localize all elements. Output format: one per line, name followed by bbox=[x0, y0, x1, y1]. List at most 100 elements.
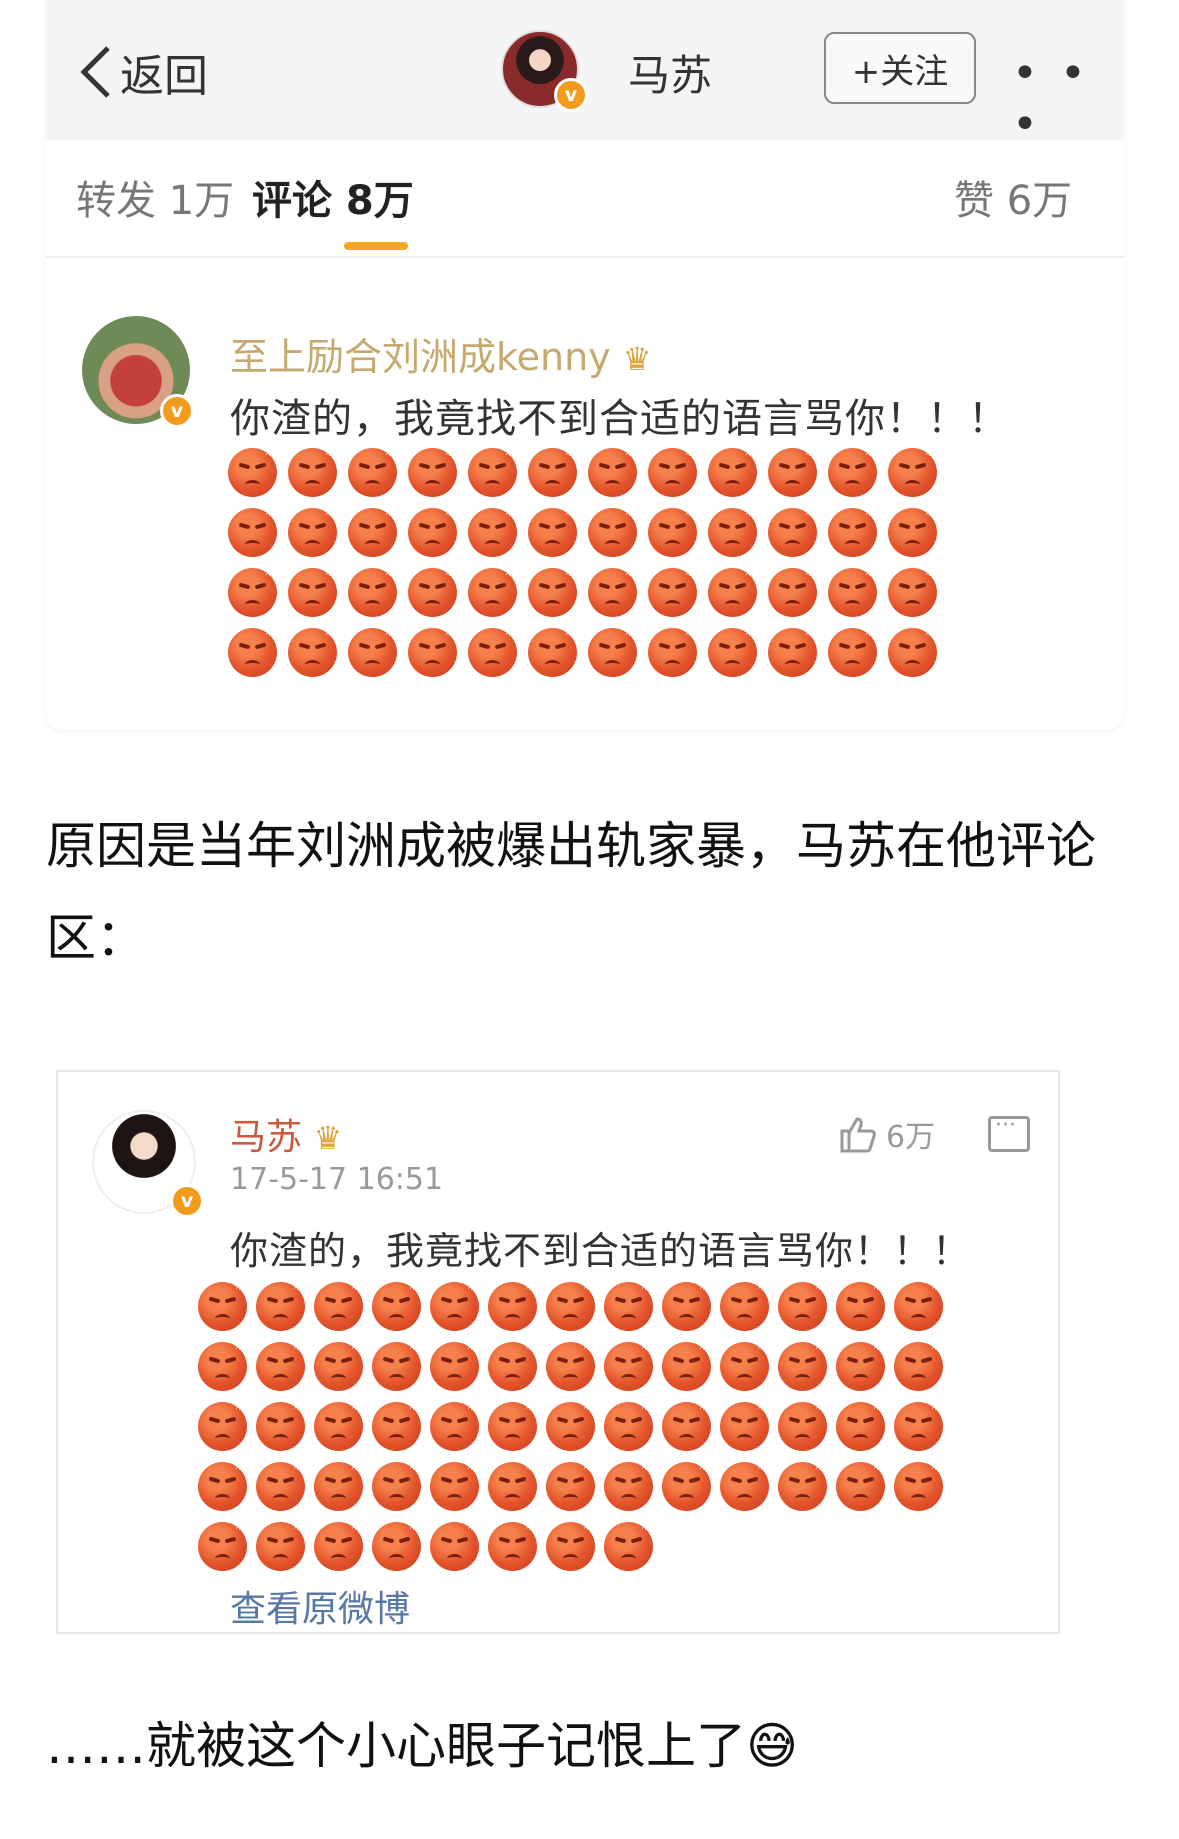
like-count: 6万 bbox=[886, 1120, 936, 1155]
angry-face-icon: ✳ bbox=[468, 506, 517, 557]
sweat-smile-emoji-icon: 😅 bbox=[746, 1717, 799, 1775]
angry-face-icon: ✳ bbox=[894, 1280, 943, 1331]
top-nav-bar: 返回 v 马苏 +关注 • • • bbox=[46, 0, 1124, 150]
angry-face-icon: ✳ bbox=[708, 566, 757, 617]
angry-face-icon: ✳ bbox=[408, 566, 457, 617]
crown-icon: ♛ bbox=[313, 1119, 343, 1157]
narrative-text: ……就被这个小心眼子记恨上了😅 bbox=[46, 1700, 1136, 1792]
verified-badge-icon: v bbox=[160, 394, 194, 428]
commenter-name[interactable]: 马苏 ♛ bbox=[230, 1108, 342, 1160]
view-original-link[interactable]: 查看原微博 bbox=[230, 1580, 410, 1632]
angry-face-icon: ✳ bbox=[836, 1340, 885, 1391]
reply-comment-icon[interactable] bbox=[988, 1113, 1030, 1152]
angry-face-icon: ✳ bbox=[894, 1460, 943, 1511]
angry-face-icon: ✳ bbox=[430, 1460, 479, 1511]
angry-face-icon: ✳ bbox=[348, 446, 397, 497]
angry-face-icon: ✳ bbox=[662, 1280, 711, 1331]
angry-face-icon: ✳ bbox=[430, 1520, 479, 1571]
commenter-name[interactable]: 至上励合刘洲成kenny ♛ bbox=[230, 326, 651, 381]
verified-badge-icon: v bbox=[554, 78, 588, 112]
angry-face-icon: ✳ bbox=[288, 506, 337, 557]
angry-face-icon: ✳ bbox=[488, 1460, 537, 1511]
angry-face-icon: ✳ bbox=[708, 446, 757, 497]
back-chevron-icon[interactable] bbox=[76, 42, 114, 102]
angry-face-icon: ✳ bbox=[836, 1280, 885, 1331]
angry-face-icon: ✳ bbox=[430, 1340, 479, 1391]
thumbs-up-icon bbox=[840, 1117, 876, 1153]
angry-face-icon: ✳ bbox=[588, 446, 637, 497]
angry-face-icon: ✳ bbox=[228, 446, 277, 497]
angry-face-icon: ✳ bbox=[768, 566, 817, 617]
angry-face-icon: ✳ bbox=[720, 1280, 769, 1331]
angry-face-icon: ✳ bbox=[488, 1280, 537, 1331]
angry-face-icon: ✳ bbox=[314, 1400, 363, 1451]
emoji-grid: ✳ ✳ ✳ ✳ ✳ ✳ ✳ ✳ ✳ ✳ ✳ ✳ ✳ ✳ ✳ ✳ ✳ ✳ ✳ ✳ ✳ ✳ ✳ ✳ ✳ ✳ ✳ ✳ ✳ ✳ ✳ ✳ ✳ ✳ ✳ ✳ ✳ ✳ ✳ ✳… bbox=[228, 446, 937, 677]
angry-face-icon: ✳ bbox=[256, 1400, 305, 1451]
more-options-icon[interactable]: • • • bbox=[1012, 48, 1124, 150]
angry-face-icon: ✳ bbox=[888, 566, 937, 617]
weibo-post-screenshot: 返回 v 马苏 +关注 • • • 转发 1万 评论 8万 赞 6万 v 至上励… bbox=[46, 0, 1124, 730]
tab-reposts[interactable]: 转发 1万 bbox=[76, 168, 234, 226]
commenter-name-label: 马苏 bbox=[230, 1117, 303, 1158]
angry-face-icon: ✳ bbox=[198, 1460, 247, 1511]
tab-comments[interactable]: 评论 8万 bbox=[252, 168, 414, 226]
angry-face-icon: ✳ bbox=[768, 506, 817, 557]
angry-face-icon: ✳ bbox=[662, 1460, 711, 1511]
angry-face-icon: ✳ bbox=[604, 1400, 653, 1451]
angry-face-icon: ✳ bbox=[546, 1460, 595, 1511]
angry-face-icon: ✳ bbox=[648, 626, 697, 677]
angry-face-icon: ✳ bbox=[288, 626, 337, 677]
back-button[interactable]: 返回 bbox=[120, 40, 208, 104]
angry-face-icon: ✳ bbox=[348, 506, 397, 557]
narrative-text: 原因是当年刘洲成被爆出轨家暴，马苏在他评论区： bbox=[46, 817, 1096, 967]
angry-face-icon: ✳ bbox=[720, 1400, 769, 1451]
angry-face-icon: ✳ bbox=[604, 1460, 653, 1511]
emoji-grid: ✳ ✳ ✳ ✳ ✳ ✳ ✳ ✳ ✳ ✳ ✳ ✳ ✳ ✳ ✳ ✳ ✳ ✳ ✳ ✳ ✳ ✳ ✳ ✳ ✳ ✳ ✳ ✳ ✳ ✳ ✳ ✳ ✳ ✳ ✳ ✳ ✳ ✳ ✳ ✳… bbox=[198, 1280, 943, 1571]
angry-face-icon: ✳ bbox=[256, 1340, 305, 1391]
angry-face-icon: ✳ bbox=[408, 506, 457, 557]
angry-face-icon: ✳ bbox=[888, 506, 937, 557]
angry-face-icon: ✳ bbox=[288, 446, 337, 497]
angry-face-icon: ✳ bbox=[828, 626, 877, 677]
tab-likes[interactable]: 赞 6万 bbox=[954, 168, 1072, 226]
angry-face-icon: ✳ bbox=[778, 1400, 827, 1451]
angry-face-icon: ✳ bbox=[408, 626, 457, 677]
verified-badge-icon: v bbox=[170, 1184, 204, 1218]
angry-face-icon: ✳ bbox=[314, 1340, 363, 1391]
angry-face-icon: ✳ bbox=[588, 506, 637, 557]
angry-face-icon: ✳ bbox=[372, 1340, 421, 1391]
angry-face-icon: ✳ bbox=[546, 1400, 595, 1451]
angry-face-icon: ✳ bbox=[604, 1340, 653, 1391]
comment-card: v 马苏 ♛ 17-5-17 16:51 6万 你渣的，我竟找不到合适的语言骂你… bbox=[56, 1070, 1060, 1634]
angry-face-icon: ✳ bbox=[888, 446, 937, 497]
angry-face-icon: ✳ bbox=[256, 1520, 305, 1571]
angry-face-icon: ✳ bbox=[372, 1280, 421, 1331]
angry-face-icon: ✳ bbox=[546, 1520, 595, 1571]
angry-face-icon: ✳ bbox=[648, 566, 697, 617]
like-button[interactable]: 6万 bbox=[838, 1112, 935, 1156]
angry-face-icon: ✳ bbox=[348, 566, 397, 617]
angry-face-icon: ✳ bbox=[528, 446, 577, 497]
angry-face-icon: ✳ bbox=[372, 1460, 421, 1511]
angry-face-icon: ✳ bbox=[430, 1400, 479, 1451]
comment-text: 你渣的，我竟找不到合适的语言骂你！！！ bbox=[230, 396, 1009, 442]
angry-face-icon: ✳ bbox=[828, 446, 877, 497]
angry-face-icon: ✳ bbox=[528, 566, 577, 617]
angry-face-icon: ✳ bbox=[546, 1280, 595, 1331]
angry-face-icon: ✳ bbox=[314, 1520, 363, 1571]
angry-face-icon: ✳ bbox=[256, 1280, 305, 1331]
user-name[interactable]: 马苏 bbox=[628, 42, 712, 103]
angry-face-icon: ✳ bbox=[708, 506, 757, 557]
angry-face-icon: ✳ bbox=[648, 506, 697, 557]
angry-face-icon: ✳ bbox=[314, 1280, 363, 1331]
angry-face-icon: ✳ bbox=[828, 566, 877, 617]
angry-face-icon: ✳ bbox=[488, 1340, 537, 1391]
follow-button[interactable]: +关注 bbox=[824, 32, 976, 104]
angry-face-icon: ✳ bbox=[828, 506, 877, 557]
angry-face-icon: ✳ bbox=[768, 446, 817, 497]
angry-face-icon: ✳ bbox=[778, 1460, 827, 1511]
angry-face-icon: ✳ bbox=[836, 1460, 885, 1511]
angry-face-icon: ✳ bbox=[488, 1400, 537, 1451]
angry-face-icon: ✳ bbox=[768, 626, 817, 677]
angry-face-icon: ✳ bbox=[778, 1340, 827, 1391]
